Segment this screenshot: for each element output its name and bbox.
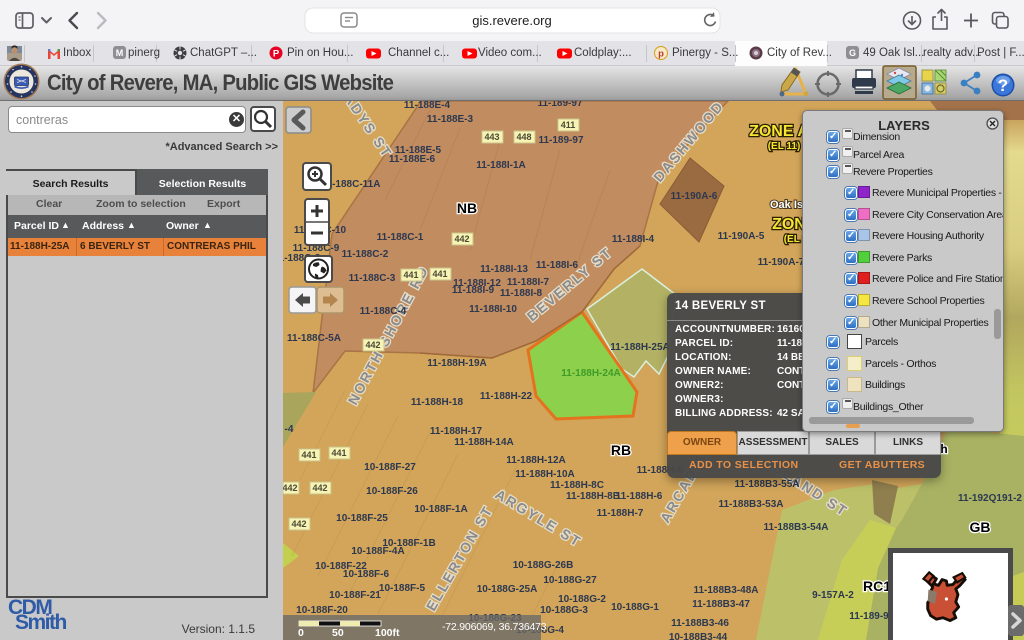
svg-text:10-188F-4A: 10-188F-4A [351, 546, 404, 557]
svg-text:10-188G-27: 10-188G-27 [543, 575, 597, 586]
svg-text:442: 442 [283, 483, 298, 493]
svg-text:11-188H-22: 11-188H-22 [480, 391, 533, 402]
svg-text:11-188C-5A: 11-188C-5A [287, 333, 341, 344]
svg-text:11-188H-8B: 11-188H-8B [566, 491, 620, 502]
svg-text:10-188G-2: 10-188G-2 [558, 594, 606, 605]
svg-text:11-188H-14A: 11-188H-14A [454, 437, 513, 448]
svg-text:ZONE A: ZONE A [749, 123, 809, 140]
svg-text:11-188I-4: 11-188I-4 [612, 234, 655, 245]
svg-text:11-188H-17: 11-188H-17 [430, 426, 483, 437]
svg-text:11-188I-7: 11-188I-7 [507, 277, 550, 288]
svg-text:11-188B3-54A: 11-188B3-54A [763, 522, 828, 533]
svg-text:11-188B3-53A: 11-188B3-53A [718, 499, 783, 510]
svg-text:441: 441 [432, 269, 447, 279]
svg-text:442: 442 [454, 234, 469, 244]
svg-text:442: 442 [365, 340, 380, 350]
svg-text:10-188F-6: 10-188F-6 [343, 569, 390, 580]
svg-text:442: 442 [312, 483, 327, 493]
svg-text:11-188H-10A: 11-188H-10A [515, 469, 574, 480]
svg-text:M: M [116, 48, 124, 58]
svg-text:11-192Q191-2: 11-192Q191-2 [958, 493, 1022, 504]
svg-text:100ft: 100ft [375, 627, 400, 639]
svg-text:11-188H-18: 11-188H-18 [411, 397, 464, 408]
svg-text:10-188G-25A: 10-188G-25A [477, 584, 538, 595]
svg-text:11-188H-19A: 11-188H-19A [427, 358, 486, 369]
svg-text:10-188B3-44: 10-188B3-44 [669, 632, 728, 640]
svg-text:11-188I-6: 11-188I-6 [536, 260, 579, 271]
svg-text:11-188H-12A: 11-188H-12A [506, 455, 565, 466]
svg-text:448: 448 [516, 132, 531, 142]
svg-text:11-188C-4: 11-188C-4 [360, 306, 407, 317]
svg-text:p: p [658, 49, 664, 60]
svg-text:10-188G-1: 10-188G-1 [611, 602, 659, 613]
svg-text:10-188G-26B: 10-188G-26B [513, 560, 574, 571]
svg-text:11-189-97: 11-189-97 [538, 135, 583, 146]
svg-text:GB: GB [970, 519, 991, 535]
svg-text:11-188I-13: 11-188I-13 [480, 264, 528, 275]
svg-text:RB: RB [611, 442, 631, 458]
svg-text:10-188F-21: 10-188F-21 [329, 590, 381, 601]
svg-text:NB: NB [457, 200, 477, 216]
svg-text:11-188H-24A: 11-188H-24A [561, 368, 620, 379]
svg-text:11-188I-10: 11-188I-10 [469, 304, 517, 315]
svg-text:10-188F-27: 10-188F-27 [364, 462, 416, 473]
svg-text:0: 0 [298, 627, 304, 639]
svg-text:11-188C-1: 11-188C-1 [377, 232, 424, 243]
svg-text:11-189-97: 11-189-97 [537, 101, 582, 109]
svg-text:50: 50 [332, 627, 344, 639]
svg-text:11-188B3-48A: 11-188B3-48A [693, 585, 758, 596]
svg-text:11-188B3-55A: 11-188B3-55A [734, 479, 799, 490]
svg-text:442: 442 [291, 519, 306, 529]
svg-text:11-188H-7: 11-188H-7 [597, 508, 644, 519]
svg-text:441: 441 [403, 270, 418, 280]
svg-text:11-188I-9: 11-188I-9 [452, 285, 495, 296]
svg-text:441: 441 [331, 448, 346, 458]
svg-text:11-188E-4: 11-188E-4 [404, 101, 451, 111]
svg-text:11-188B3-47: 11-188B3-47 [692, 599, 750, 610]
svg-text:P: P [273, 49, 280, 60]
svg-text:11-188I-8: 11-188I-8 [500, 288, 543, 299]
svg-text:(EL 11): (EL 11) [768, 141, 801, 152]
svg-text:11-188H-25A: 11-188H-25A [610, 342, 669, 353]
svg-text:441: 441 [301, 450, 316, 460]
svg-text:443: 443 [484, 132, 499, 142]
svg-text:11-188H-6: 11-188H-6 [616, 491, 663, 502]
svg-text:11-190A-6: 11-190A-6 [671, 191, 718, 202]
svg-text:11-190A-5: 11-190A-5 [718, 231, 765, 242]
svg-text:?: ? [998, 76, 1008, 95]
svg-text:10-188F-1A: 10-188F-1A [414, 504, 467, 515]
svg-text:11-189-9: 11-189-9 [849, 611, 889, 622]
svg-text:-4: -4 [285, 424, 294, 435]
svg-text:11-190A-7: 11-190A-7 [758, 257, 805, 268]
svg-text:11-188C-3: 11-188C-3 [349, 273, 396, 284]
svg-text:10-188F-25: 10-188F-25 [336, 513, 388, 524]
svg-text:11-188I-1A: 11-188I-1A [476, 160, 525, 171]
svg-text:9-157A-2: 9-157A-2 [812, 590, 854, 601]
svg-text:G: G [849, 48, 856, 58]
svg-text:RC1: RC1 [863, 578, 891, 594]
svg-text:gis.revere.org: gis.revere.org [472, 13, 551, 28]
svg-text:11-188E-3: 11-188E-3 [427, 114, 474, 125]
svg-text:10-188F-5: 10-188F-5 [379, 583, 426, 594]
svg-text:11-188E-6: 11-188E-6 [389, 154, 436, 165]
svg-text:11-188H-8C: 11-188H-8C [550, 480, 604, 491]
svg-text:10-188F-26: 10-188F-26 [366, 486, 418, 497]
svg-text:411: 411 [561, 120, 576, 130]
svg-text:h: h [940, 442, 947, 456]
svg-text:11-188B3-46: 11-188B3-46 [671, 618, 729, 629]
